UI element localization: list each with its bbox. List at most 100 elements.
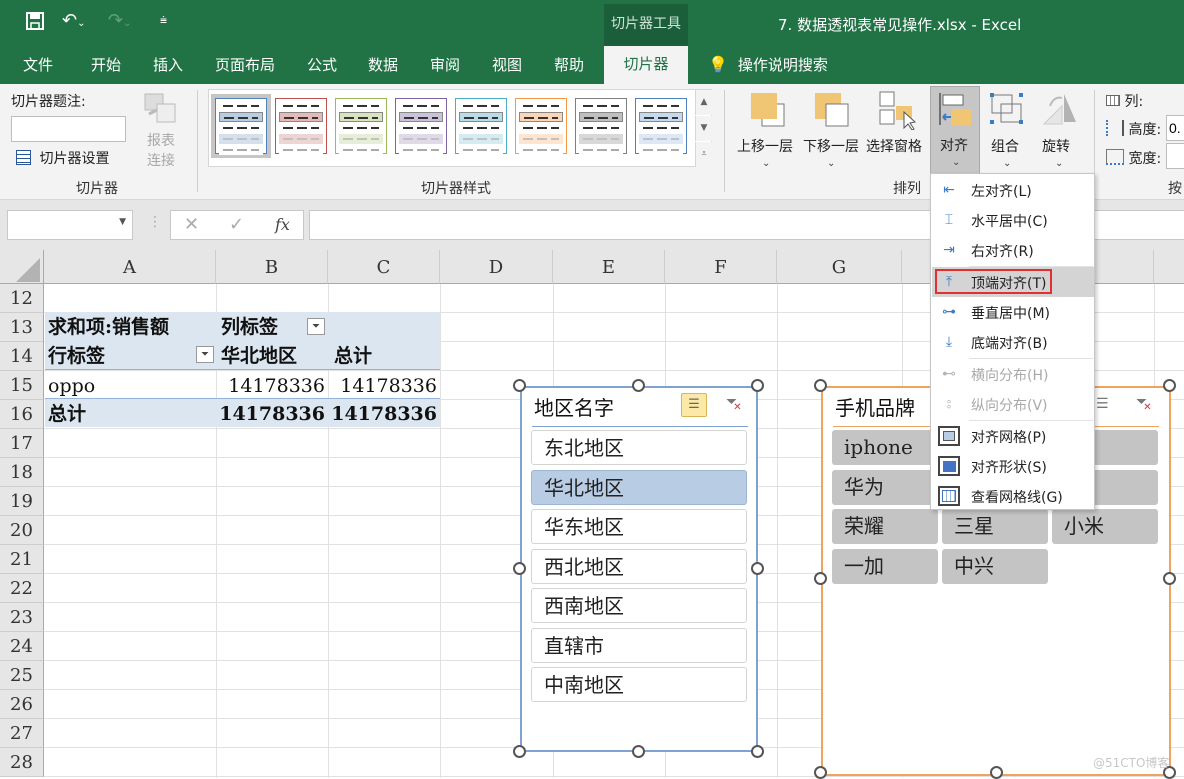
slicer-style-light-4-purple[interactable] [395,98,447,155]
column-header-d[interactable]: D [440,250,553,284]
resize-handle[interactable] [632,745,645,758]
slicer-style-other-blue[interactable] [635,98,687,155]
row-header-17[interactable]: 17 [0,429,44,458]
enter-icon[interactable]: ✓ [229,214,244,235]
clear-filter-icon[interactable]: ⏷✕ [1136,394,1156,413]
insert-function-icon[interactable]: fx [275,215,290,234]
pivot-column-item[interactable]: 华北地区 [221,341,297,369]
pivot-column-labels[interactable]: 列标签 [221,312,278,340]
resize-handle[interactable] [814,379,827,392]
resize-handle[interactable] [751,379,764,392]
height-input[interactable] [1166,115,1184,141]
pivot-row-item[interactable]: oppo [48,371,95,399]
slicer-settings-button[interactable]: 切片器设置 [16,148,109,168]
resize-handle[interactable] [751,562,764,575]
row-header-27[interactable]: 27 [0,719,44,748]
selection-pane-button[interactable]: 选择窗格 [866,88,928,174]
slicer-region-item[interactable]: 华北地区 [531,469,747,505]
row-header-13[interactable]: 13 [0,313,44,342]
pivot-grand-total-label[interactable]: 总计 [48,399,86,427]
redo-icon[interactable]: ↷⌄ [108,10,131,31]
slicer-style-light-1-blue[interactable] [211,94,271,158]
width-input[interactable] [1166,143,1184,169]
column-header-b[interactable]: B [216,250,328,284]
resize-handle[interactable] [990,766,1003,779]
cancel-icon[interactable]: ✕ [184,214,199,235]
multi-select-icon[interactable]: ☰ [1096,396,1109,412]
slicer-caption-input[interactable] [11,116,126,142]
row-header-12[interactable]: 12 [0,284,44,313]
undo-icon[interactable]: ↶⌄ [62,10,85,31]
tab-page-layout[interactable]: 页面布局 [215,54,275,75]
resize-handle[interactable] [632,379,645,392]
resize-handle[interactable] [513,562,526,575]
row-header-25[interactable]: 25 [0,661,44,690]
tab-view[interactable]: 视图 [492,54,522,75]
menu-item-snap-shape[interactable]: 对齐形状(S) [932,451,1094,481]
resize-handle[interactable] [751,745,764,758]
menu-item-view-gridlines[interactable]: 查看网格线(G) [932,481,1094,511]
gallery-scroll-down-button[interactable]: ▼ [695,116,712,141]
slicer-brand-item[interactable]: 荣耀 [832,509,938,544]
slicer-brand-item[interactable]: 三星 [942,509,1048,544]
menu-item-align-left[interactable]: ⇤ 左对齐(L) [932,175,1094,205]
tell-me-search[interactable]: 💡 操作说明搜索 [708,54,828,75]
slicer-style-light-3-green[interactable] [335,98,387,155]
report-connections-button[interactable]: 报表 连接 [140,90,184,170]
tab-data[interactable]: 数据 [368,54,398,75]
slicer-style-light-5-aqua[interactable] [455,98,507,155]
resize-handle[interactable] [1163,379,1176,392]
menu-item-align-bottom[interactable]: ⤓ 底端对齐(B) [932,327,1094,357]
save-icon[interactable] [26,12,44,35]
group-objects-button[interactable]: 组合 ⌄ [984,88,1032,174]
column-header-j[interactable] [1154,250,1184,284]
row-header-19[interactable]: 19 [0,487,44,516]
menu-item-snap-grid[interactable]: 对齐网格(P) [932,421,1094,451]
row-header-16[interactable]: 16 [0,400,44,429]
column-header-f[interactable]: F [665,250,777,284]
slicer-region[interactable]: 地区名字 ☰ ⏷✕ 东北地区 华北地区 华东地区 西北地区 西南地区 直辖市 中南地区 [520,386,758,752]
align-button[interactable]: 对齐 ⌄ [930,86,980,174]
tab-file[interactable]: 文件 [23,54,53,75]
select-all-button[interactable] [0,250,44,284]
tab-slicer[interactable]: 切片器 [604,46,688,84]
slicer-brand-item[interactable]: 华为 [832,469,938,505]
slicer-style-light-2-red[interactable] [275,98,327,155]
pivot-value-cell[interactable]: 14178336 [328,371,437,399]
resize-handle[interactable] [1163,572,1176,585]
gallery-scroll-up-button[interactable]: ▲ [695,90,712,115]
row-header-18[interactable]: 18 [0,458,44,487]
pivot-value-cell[interactable]: 14178336 [216,371,325,399]
row-header-23[interactable]: 23 [0,603,44,632]
multi-select-icon[interactable]: ☰ [681,393,707,417]
slicer-region-item[interactable]: 西南地区 [531,588,747,623]
row-header-20[interactable]: 20 [0,516,44,545]
resize-handle[interactable] [513,379,526,392]
pivot-grand-total-header[interactable]: 总计 [334,341,372,369]
slicer-brand-item[interactable]: iphone [832,430,938,465]
slicer-region-item[interactable]: 直辖市 [531,627,747,663]
slicer-brand-item[interactable]: 小米 [1052,509,1158,544]
tab-review[interactable]: 审阅 [430,54,460,75]
slicer-brand-item[interactable]: 中兴 [942,548,1048,584]
slicer-brand-item[interactable]: 一加 [832,548,938,584]
pivot-row-labels[interactable]: 行标签 [48,341,105,369]
menu-item-align-center[interactable]: ⌶ 水平居中(C) [932,205,1094,235]
column-header-c[interactable]: C [328,250,440,284]
bring-forward-button[interactable]: 上移一层 ⌄ [736,88,798,174]
row-header-15[interactable]: 15 [0,371,44,400]
resize-handle[interactable] [814,572,827,585]
column-header-g[interactable]: G [777,250,902,284]
column-labels-filter-button[interactable]: ⏷ [307,318,325,335]
slicer-region-item[interactable]: 东北地区 [531,430,747,465]
name-box-dropdown-icon[interactable]: ▼ [119,217,126,227]
pivot-grand-total-cell[interactable]: 14178336 [328,399,437,427]
row-header-22[interactable]: 22 [0,574,44,603]
row-header-14[interactable]: 14 [0,342,44,371]
clear-filter-icon[interactable]: ⏷✕ [726,394,746,413]
tab-help[interactable]: 帮助 [554,54,584,75]
send-backward-button[interactable]: 下移一层 ⌄ [800,88,862,174]
row-header-26[interactable]: 26 [0,690,44,719]
pivot-value-field[interactable]: 求和项:销售额 [48,312,169,340]
resize-handle[interactable] [814,766,827,779]
